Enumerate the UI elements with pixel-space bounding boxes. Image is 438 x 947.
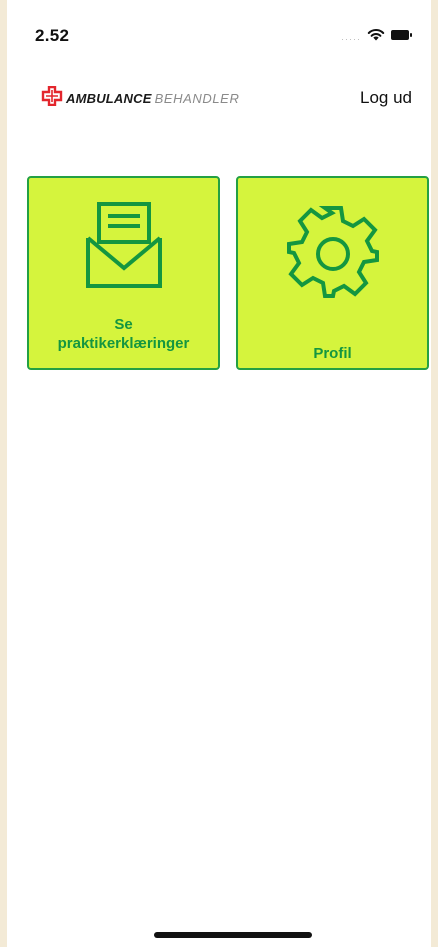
app-header: AMBULANCE BEHANDLER Log ud [7, 80, 431, 120]
phone-screen: 2.52 ····· AMBULANCE BEHANDLER Log ud Se… [7, 0, 431, 947]
practitioner-statements-tile[interactable]: Se praktikerklæringer [27, 176, 220, 370]
practitioner-statements-label: Se praktikerklæringer [29, 315, 218, 353]
wifi-icon [367, 28, 385, 46]
logo-text-behandler: BEHANDLER [154, 91, 240, 106]
profile-tile[interactable]: Profil [236, 176, 429, 370]
logo-text-ambulance: AMBULANCE [66, 91, 152, 106]
app-logo: AMBULANCE BEHANDLER [41, 85, 240, 111]
envelope-letter-icon [85, 202, 162, 293]
status-icons: ····· [341, 28, 413, 46]
status-time: 2.52 [35, 26, 70, 45]
tile-label-line1: Se [114, 316, 133, 333]
logout-button[interactable]: Log ud [360, 88, 412, 108]
profile-label: Profil [313, 345, 352, 362]
tile-label-line2: praktikerklæringer [57, 335, 190, 352]
gear-icon [281, 202, 385, 311]
red-cross-logo-icon [41, 85, 63, 111]
battery-icon [391, 28, 413, 46]
home-indicator[interactable] [154, 932, 312, 938]
status-bar: 2.52 ····· [7, 0, 431, 60]
signal-dots-icon: ····· [341, 34, 361, 44]
